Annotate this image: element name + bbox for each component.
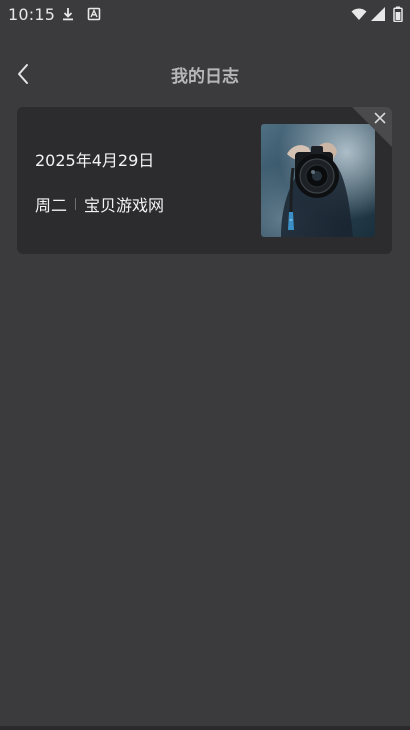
status-time: 10:15 (8, 5, 56, 24)
entry-source: 宝贝游戏网 (84, 196, 165, 215)
entry-weekday: 周二 (35, 196, 68, 215)
entry-meta: 周二 宝贝游戏网 (35, 192, 164, 216)
app-icon (87, 7, 101, 21)
delete-corner-fold (352, 107, 392, 147)
download-icon (63, 8, 73, 21)
signal-icon (371, 7, 385, 21)
battery-icon (393, 6, 403, 22)
header-bar: 我的日志 (0, 52, 410, 96)
journal-screen: 10:15 我的日志 2025年4月29日 周二 宝贝游戏网 (0, 0, 410, 730)
wifi-icon (351, 8, 367, 20)
delete-entry-button[interactable] (348, 107, 392, 151)
entry-date: 2025年4月29日 (35, 151, 155, 170)
page-title: 我的日志 (171, 67, 239, 87)
meta-divider (75, 198, 77, 210)
gesture-bar (0, 726, 410, 730)
journal-entry-card[interactable]: 2025年4月29日 周二 宝贝游戏网 (17, 107, 392, 254)
close-icon (374, 112, 386, 124)
status-bar: 10:15 (0, 0, 410, 28)
